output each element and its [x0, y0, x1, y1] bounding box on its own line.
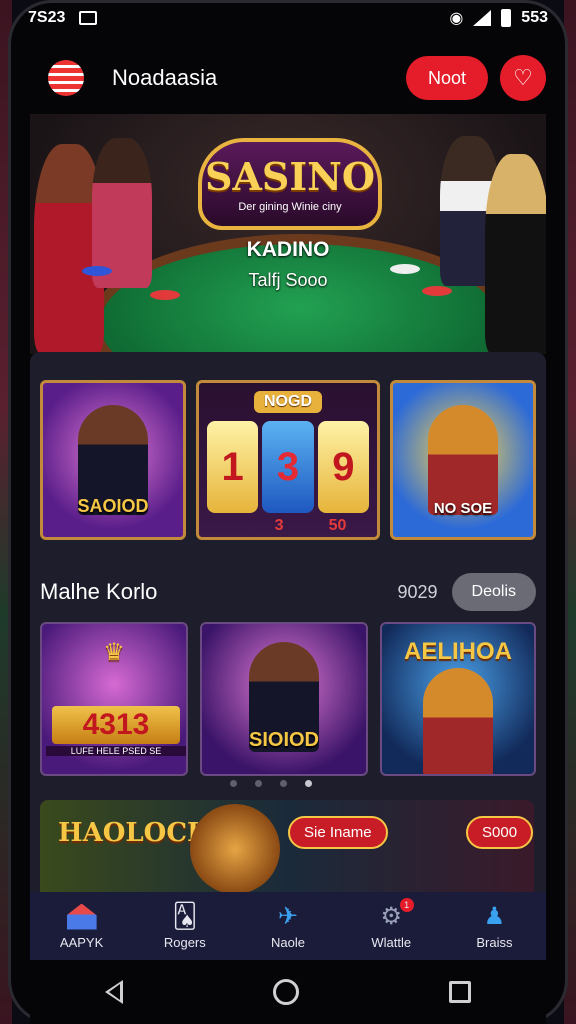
slot-reel: 9: [317, 421, 369, 513]
section-count: 9029: [397, 581, 438, 602]
game-tile-label: AELIHOA: [404, 638, 512, 665]
hero-subtitle-2: Talfj Sooo: [248, 270, 328, 290]
crown-icon: ♛: [103, 639, 125, 666]
game-tile-label: SAOIOD: [77, 496, 149, 516]
details-button[interactable]: Deolis: [451, 573, 536, 611]
game-tile[interactable]: ♛ 4313 LUFE HELE PSED SE: [40, 622, 188, 776]
header-action-button[interactable]: Noot: [405, 56, 488, 100]
status-time: 7S23: [28, 9, 66, 26]
section-header: Malhe Korlo 9029 Deolis: [40, 572, 536, 612]
recents-icon[interactable]: [449, 981, 471, 1003]
hero-subtitle: KADINO: [246, 238, 330, 261]
nav-label: Rogers: [163, 934, 206, 950]
app-title: Noadaasia: [112, 65, 218, 90]
system-navigation-bar: [30, 960, 546, 1024]
slot-tile[interactable]: NOGD 1 3 9 3 50: [196, 380, 380, 540]
game-tile-label: SIOIOD: [248, 729, 319, 751]
cards-icon: 🂡: [172, 903, 198, 930]
slot-reel: 1: [207, 421, 259, 513]
nav-item-cards[interactable]: 🂡 Rogers: [133, 892, 236, 960]
section-title: Malhe Korlo: [40, 579, 158, 604]
battery-level: 553: [521, 9, 548, 26]
slot-reels: 1 3 9: [207, 421, 369, 513]
app-logo[interactable]: [48, 60, 84, 96]
game-tile[interactable]: SIOIOD: [200, 622, 368, 776]
carousel-dot-active[interactable]: [305, 780, 312, 787]
promo-amount-button[interactable]: S000: [466, 816, 534, 849]
game-tile[interactable]: SAOIOD: [40, 380, 186, 540]
hero-banner[interactable]: SASINO Der gining Winie ciny KADINO Talf…: [30, 114, 546, 354]
nav-item-users[interactable]: ♟ Braiss: [443, 892, 546, 960]
back-icon[interactable]: [105, 980, 123, 1004]
slot-footer: 3 50: [207, 517, 369, 535]
carousel-dot[interactable]: [230, 780, 237, 787]
users-icon: ♟: [483, 903, 506, 930]
lion-figure: [190, 804, 280, 892]
game-tile-caption: LUFE HELE PSED SE: [46, 746, 186, 756]
carousel-dot[interactable]: [255, 780, 262, 787]
lion-figure: [423, 668, 493, 774]
promo-title: HAOLOCH: [58, 818, 212, 848]
nav-label: Wlattle: [371, 934, 412, 950]
home-icon: [66, 903, 97, 931]
heart-icon: ♡: [513, 65, 533, 90]
battery-icon: [501, 9, 512, 27]
notification-badge: 1: [399, 898, 414, 912]
lion-figure: [428, 405, 498, 515]
nav-label: Naole: [271, 934, 305, 950]
content-panel: SAOIOD NOGD 1 3 9 3 50 NO SOE Malhe Korl…: [30, 352, 546, 892]
promo-banner[interactable]: HAOLOCH Sie Iname S000: [40, 800, 534, 892]
slot-header: NOGD: [254, 391, 322, 413]
game-tile-label: NO SOE: [433, 500, 493, 517]
app-bar: Noadaasia Noot ♡: [30, 48, 546, 108]
slot-footer-value: 50: [328, 517, 347, 534]
game-tile[interactable]: NO SOE: [390, 380, 536, 540]
nav-label: Braiss: [476, 934, 513, 950]
nav-label: AAPYK: [59, 934, 104, 950]
game-tile-number: 4313: [52, 706, 180, 744]
hero-tagline: Der gining Winie ciny: [238, 201, 342, 213]
hero-title: SASINO: [205, 154, 375, 199]
game-tile[interactable]: AELIHOA: [380, 622, 536, 776]
casino-sign: SASINO Der gining Winie ciny: [198, 138, 382, 230]
nav-item-plane[interactable]: ✈ Naole: [236, 892, 339, 960]
home-circle-icon[interactable]: [273, 979, 299, 1005]
chip-icon: [150, 290, 180, 300]
status-bar: 7S23 ◉ 553: [28, 0, 548, 36]
slot-footer-value: 3: [274, 517, 284, 534]
nav-item-home[interactable]: AAPYK: [30, 892, 133, 960]
games-carousel: ♛ 4313 LUFE HELE PSED SE SIOIOD AELIHOA: [40, 622, 536, 776]
bottom-navigation: AAPYK 🂡 Rogers ✈ Naole ⚙ 1 Wlattle ♟ Bra…: [30, 892, 546, 960]
slot-reel: 3: [262, 421, 314, 513]
signal-icon: [473, 10, 492, 26]
notification-icon: [79, 11, 98, 25]
carousel-indicator: [230, 780, 312, 787]
promo-button[interactable]: Sie Iname: [288, 816, 388, 849]
plane-icon: ✈: [277, 903, 299, 930]
nav-item-settings[interactable]: ⚙ 1 Wlattle: [340, 892, 443, 960]
wifi-icon: ◉: [449, 10, 464, 27]
featured-row: SAOIOD NOGD 1 3 9 3 50 NO SOE: [40, 380, 536, 540]
carousel-dot[interactable]: [280, 780, 287, 787]
profile-button[interactable]: ♡: [500, 55, 546, 101]
